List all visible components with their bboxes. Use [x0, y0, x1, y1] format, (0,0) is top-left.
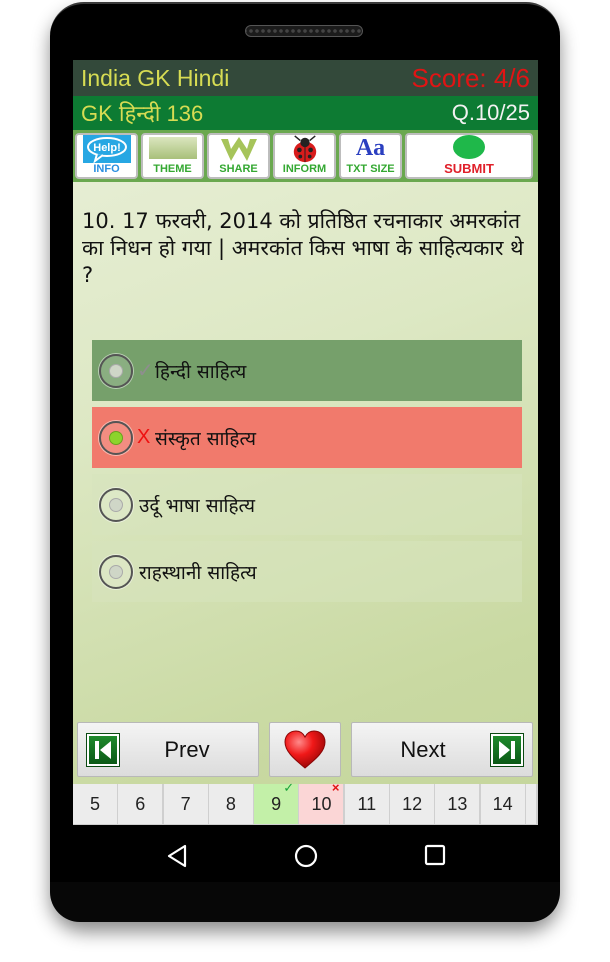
recents-icon[interactable]: [423, 843, 447, 867]
pager-number: 6: [135, 793, 146, 814]
pager-item[interactable]: 11: [344, 784, 389, 824]
check-icon: ✓: [137, 360, 154, 382]
pager-number: 10: [311, 793, 332, 814]
prev-label: Prev: [164, 736, 210, 762]
pager-number: 14: [492, 793, 513, 814]
submit-button[interactable]: SUBMIT: [405, 133, 533, 179]
quiz-name: GK हिन्दी 136: [81, 101, 204, 126]
navigation-row: Prev Next: [73, 722, 538, 780]
help-bubble-icon: Help!: [82, 135, 131, 163]
pager-item-partial[interactable]: [525, 784, 536, 824]
share-button[interactable]: SHARE: [207, 133, 270, 179]
skip-previous-icon: [87, 734, 119, 766]
radio-button[interactable]: [99, 554, 133, 589]
title-bar: India GK Hindi Score: 4/6: [73, 60, 538, 96]
android-nav-bar: [73, 825, 538, 885]
radio-button[interactable]: [99, 353, 133, 388]
cross-icon: X: [137, 426, 151, 448]
app-screen: India GK Hindi Score: 4/6 GK हिन्दी 136 …: [73, 60, 538, 825]
svg-text:Help!: Help!: [93, 142, 121, 154]
cross-icon: ×: [331, 780, 340, 795]
pager-item[interactable]: 6: [118, 784, 163, 824]
skip-next-icon: [491, 734, 523, 766]
text-size-label: TXT SIZE: [346, 163, 395, 175]
heart-icon: [284, 729, 326, 769]
option-text: संस्कृत साहित्य: [155, 427, 257, 450]
toolbar: Help! INFO THEME SHARE INFORM Aa TXT SIZ…: [73, 130, 538, 182]
info-button[interactable]: Help! INFO: [75, 133, 138, 179]
favorite-button[interactable]: [269, 722, 341, 777]
pager-item[interactable]: 12: [390, 784, 435, 824]
option-3[interactable]: उर्दू भाषा साहित्य: [92, 474, 522, 535]
theme-swatch-icon: [148, 137, 197, 159]
pager-number: 12: [402, 793, 423, 814]
green-circle-icon: [453, 135, 485, 159]
next-button[interactable]: Next: [351, 722, 533, 777]
pager-item[interactable]: 14: [480, 784, 525, 824]
theme-label: THEME: [153, 163, 192, 175]
question-counter: Q.10/25: [451, 100, 530, 125]
option-2[interactable]: X संस्कृत साहित्य: [92, 407, 522, 468]
app-title: India GK Hindi: [81, 64, 230, 91]
radio-dot: [109, 497, 123, 512]
option-text: राहस्थानी साहित्य: [139, 561, 257, 584]
option-1[interactable]: ✓ हिन्दी साहित्य: [92, 340, 522, 401]
theme-button[interactable]: THEME: [141, 133, 204, 179]
pager-item[interactable]: 7: [163, 784, 208, 824]
speaker-grille: [245, 25, 363, 37]
option-text: उर्दू भाषा साहित्य: [139, 494, 256, 517]
pager-item[interactable]: 8: [208, 784, 253, 824]
pager-number: 5: [89, 793, 100, 814]
inform-button[interactable]: INFORM: [273, 133, 336, 179]
options-list: ✓ हिन्दी साहित्य X संस्कृत साहित्य उर्दू…: [92, 340, 522, 608]
text-size-button[interactable]: Aa TXT SIZE: [339, 133, 402, 179]
radio-button[interactable]: [99, 487, 133, 522]
radio-dot: [109, 564, 123, 579]
pager-number: 7: [180, 793, 191, 814]
radio-dot: [109, 363, 123, 378]
pager-number: 8: [225, 793, 236, 814]
back-icon[interactable]: [165, 843, 189, 869]
option-4[interactable]: राहस्थानी साहित्य: [92, 541, 522, 602]
pager-number: 9: [271, 793, 282, 814]
pager-item[interactable]: 5: [73, 784, 117, 824]
pager-item-correct[interactable]: 9 ✓: [254, 780, 299, 824]
question-text: 10. 17 फरवरी, 2014 को प्रतिष्ठित रचनाकार…: [82, 209, 524, 287]
next-label: Next: [400, 736, 446, 762]
pager-number: 13: [447, 793, 468, 814]
question-pager: 5 6 7 8 9 ✓ 10 × 11 12 13 14: [73, 780, 538, 825]
option-text: हिन्दी साहित्य: [155, 360, 247, 383]
home-icon[interactable]: [293, 843, 319, 869]
quiz-bar: GK हिन्दी 136 Q.10/25: [73, 96, 538, 130]
radio-dot-selected: [109, 430, 123, 445]
check-icon: ✓: [283, 780, 295, 795]
pager-item-wrong[interactable]: 10 ×: [299, 780, 344, 824]
submit-label: SUBMIT: [444, 161, 494, 176]
score-display: Score: 4/6: [411, 62, 530, 93]
pager-item[interactable]: 13: [435, 784, 480, 824]
share-w-icon: [220, 137, 257, 161]
text-size-icon: Aa: [355, 135, 386, 161]
radio-button[interactable]: [99, 420, 133, 455]
info-label: INFO: [93, 163, 120, 175]
ladybug-icon: [293, 135, 316, 163]
share-label: SHARE: [219, 163, 258, 175]
prev-button[interactable]: Prev: [77, 722, 259, 777]
inform-label: INFORM: [282, 163, 327, 175]
phone-chin: [50, 882, 560, 922]
pager-number: 11: [357, 793, 377, 814]
